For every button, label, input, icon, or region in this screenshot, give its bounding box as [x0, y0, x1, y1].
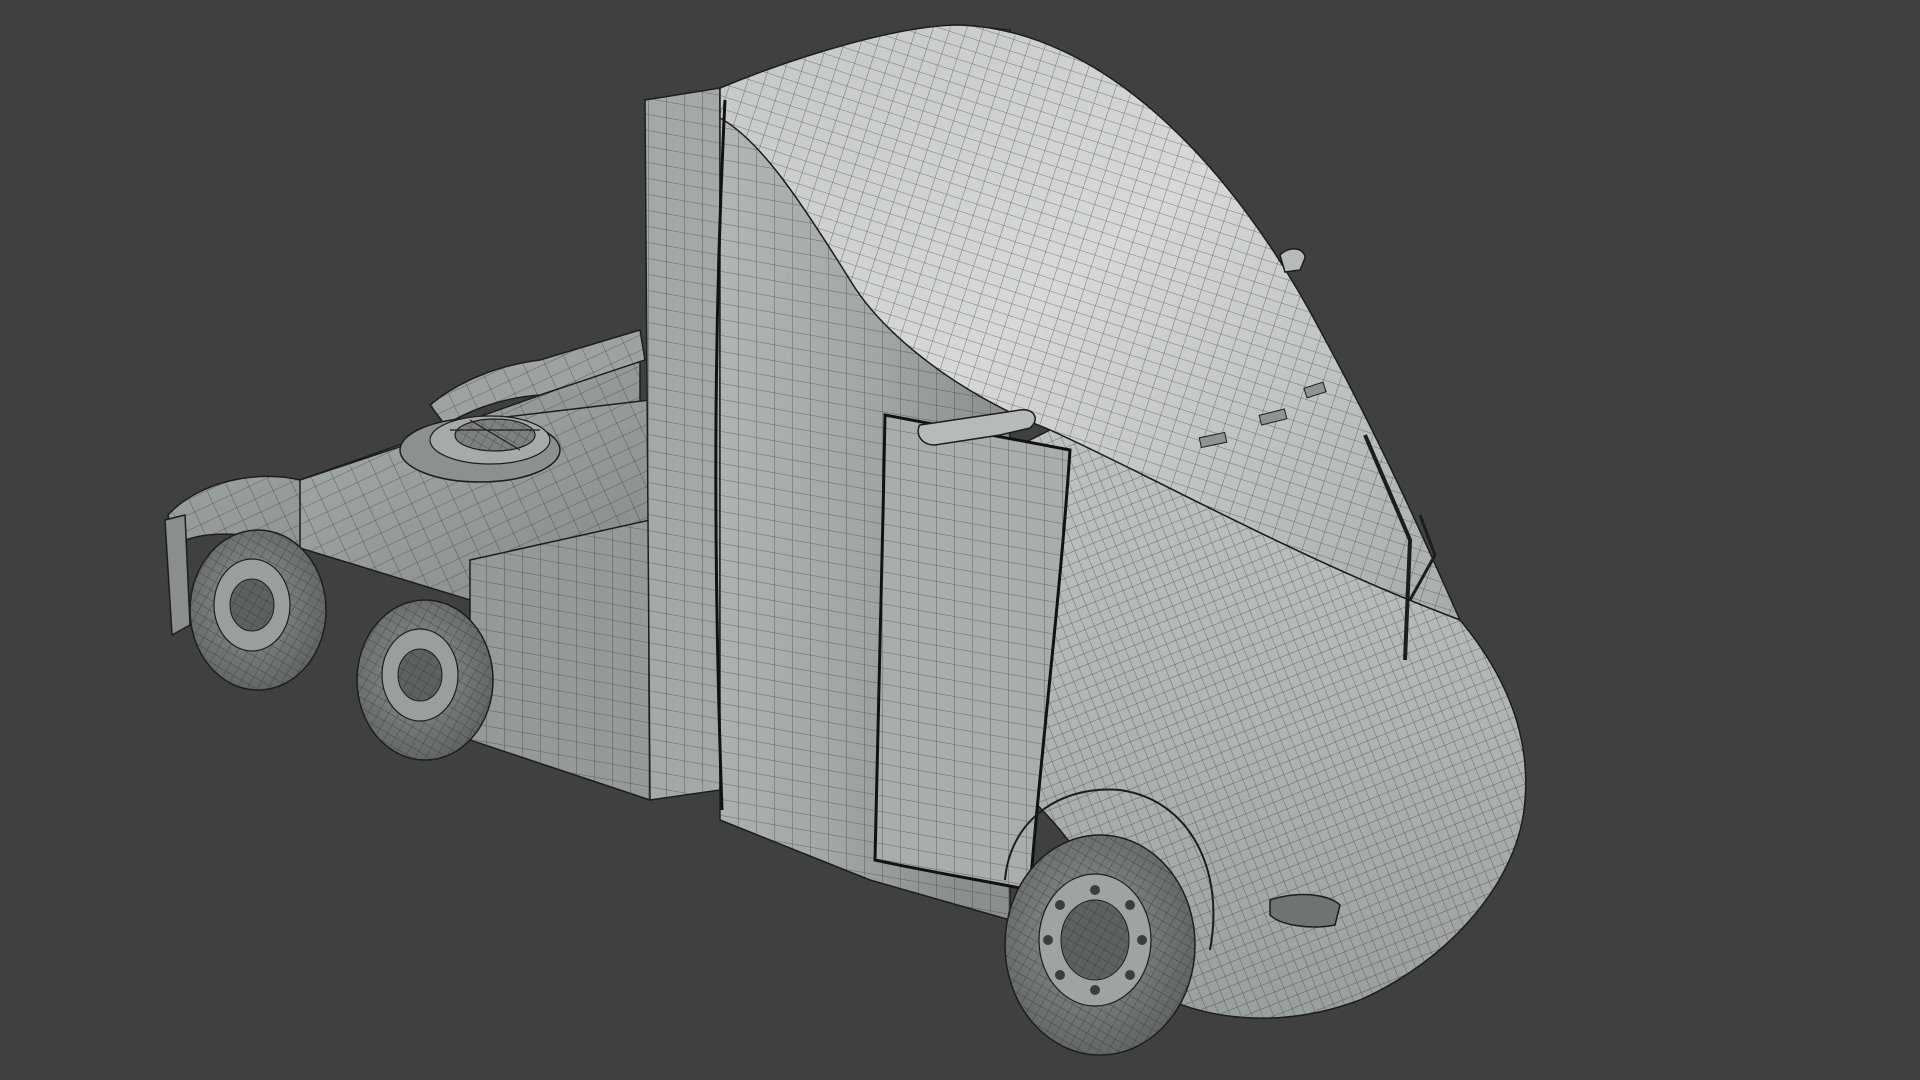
rear-wheel-2[interactable]: [356, 599, 494, 761]
3d-viewport[interactable]: [0, 0, 1920, 1080]
cab-rear-panel[interactable]: [644, 87, 721, 801]
wireframe-model-render[interactable]: [0, 0, 1920, 1080]
fifth-wheel-coupling[interactable]: [399, 415, 561, 483]
headlight: [1269, 893, 1341, 928]
cab-door[interactable]: [873, 413, 1072, 892]
rear-wheel-1[interactable]: [189, 529, 327, 691]
